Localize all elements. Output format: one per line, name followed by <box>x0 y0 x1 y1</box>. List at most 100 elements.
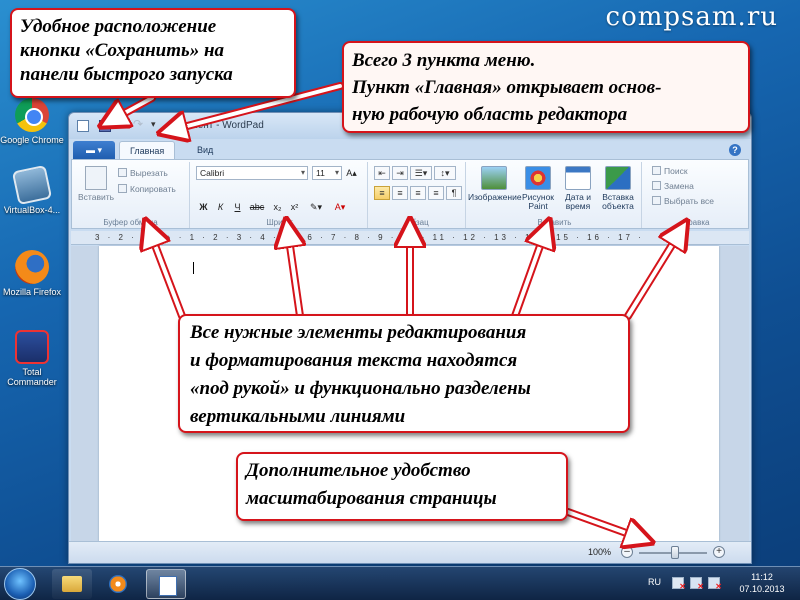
insert-image-button[interactable]: Изображение <box>468 166 522 202</box>
status-bar: 100% – + <box>69 541 751 563</box>
total-commander-icon <box>15 330 49 364</box>
callout-line: вертикальными линиями <box>190 406 406 427</box>
ribbon: Вставить Вырезать Копировать Буфер обмен… <box>71 159 749 229</box>
find-label: Поиск <box>664 166 688 176</box>
replace-icon <box>652 181 661 190</box>
zoom-in-button[interactable]: + <box>713 546 725 558</box>
desktop-icon-firefox[interactable]: Mozilla Firefox <box>0 250 64 297</box>
desktop-icon-label: Total Commander <box>7 367 57 387</box>
paste-button[interactable]: Вставить <box>78 166 114 202</box>
desktop-icon-chrome[interactable]: Google Chrome <box>0 98 64 145</box>
desktop-icon-virtualbox[interactable]: VirtualBox-4... <box>0 164 64 215</box>
taskbar-wordpad-button[interactable] <box>146 569 186 599</box>
callout-ribbon: Все нужные элементы редактирования и фор… <box>178 314 630 433</box>
copy-button[interactable]: Копировать <box>118 184 176 194</box>
date-time-button[interactable]: Дата и время <box>558 166 598 211</box>
callout-save-button: Удобное расположение кнопки «Сохранить» … <box>10 8 296 98</box>
start-button[interactable] <box>4 568 36 600</box>
palette-icon <box>525 166 551 190</box>
group-label-paragraph: Абзац <box>406 218 429 227</box>
taskbar-media-player-button[interactable] <box>98 569 138 599</box>
group-edit: Поиск Замена Выбрать все Правка <box>644 162 748 228</box>
align-left-button[interactable]: ≡ <box>374 186 390 200</box>
action-center-icon[interactable] <box>672 577 686 591</box>
redo-icon[interactable]: ↷ <box>133 117 145 131</box>
paragraph-dialog-button[interactable]: ¶ <box>446 186 462 200</box>
app-menu-icon[interactable] <box>77 120 89 132</box>
copy-label: Копировать <box>130 184 176 194</box>
clock-date: 07.10.2013 <box>739 584 785 594</box>
site-watermark: compsam.ru <box>605 2 778 32</box>
highlight-button[interactable]: ✎▾ <box>306 200 326 214</box>
paste-icon <box>85 166 107 190</box>
window-title: Документ - WordPad <box>169 120 264 131</box>
callout-line: панели быстрого запуска <box>20 64 233 85</box>
font-family-select[interactable]: Calibri <box>196 166 308 180</box>
binoculars-icon <box>652 166 661 175</box>
find-button[interactable]: Поиск <box>652 166 688 176</box>
network-icon[interactable] <box>690 577 704 591</box>
text-caret <box>193 262 194 274</box>
zoom-slider-thumb[interactable] <box>671 546 679 559</box>
save-icon[interactable] <box>99 120 111 132</box>
paint-drawing-label: Рисунок Paint <box>521 192 555 211</box>
zoom-out-button[interactable]: – <box>621 546 633 558</box>
replace-button[interactable]: Замена <box>652 181 694 191</box>
desktop-icon-label: VirtualBox-4... <box>3 205 61 215</box>
copy-icon <box>118 184 127 193</box>
font-color-button[interactable]: A▾ <box>330 200 350 214</box>
cut-button[interactable]: Вырезать <box>118 168 168 178</box>
bold-button[interactable]: Ж <box>196 200 211 214</box>
tab-view[interactable]: Вид <box>187 141 223 159</box>
line-spacing-button[interactable]: ↕▾ <box>434 166 456 180</box>
virtualbox-icon <box>11 164 53 206</box>
customize-toolbar-icon[interactable]: ▾ <box>151 119 163 131</box>
align-center-button[interactable]: ≡ <box>392 186 408 200</box>
group-label-edit: Правка <box>682 218 710 227</box>
insert-object-button[interactable]: Вставка объекта <box>596 166 640 211</box>
callout-line: и форматирования текста находятся <box>190 350 518 371</box>
group-label-insert: Вставить <box>537 218 572 227</box>
clock[interactable]: 11:12 07.10.2013 <box>732 571 792 595</box>
font-size-select[interactable]: 11 <box>312 166 342 180</box>
group-font: Calibri 11 A▴ Ж К Ч abc x₂ x² ✎▾ A▾ Шриф… <box>192 162 368 228</box>
desktop-icon-total-commander[interactable]: Total Commander <box>0 330 64 387</box>
justify-button[interactable]: ≡ <box>428 186 444 200</box>
callout-line: Пункт «Главная» открывает основ- <box>352 77 662 98</box>
list-button[interactable]: ☰▾ <box>410 166 432 180</box>
undo-icon[interactable]: ↶ <box>117 117 129 131</box>
ribbon-tabs: ▬ ▾ Главная Вид ? <box>69 139 751 159</box>
volume-icon[interactable] <box>708 577 722 591</box>
select-all-button[interactable]: Выбрать все <box>652 196 714 206</box>
firefox-icon <box>15 250 49 284</box>
paint-drawing-button[interactable]: Рисунок Paint <box>518 166 558 211</box>
file-menu-button[interactable]: ▬ ▾ <box>73 141 115 159</box>
strikethrough-button[interactable]: abc <box>247 200 267 214</box>
zoom-level: 100% <box>587 547 611 557</box>
select-all-label: Выбрать все <box>664 196 714 206</box>
calendar-icon <box>565 166 591 190</box>
callout-line: Всего 3 пункта меню. <box>352 50 536 71</box>
select-all-icon <box>652 196 661 205</box>
callout-line: «под рукой» и функционально разделены <box>190 378 531 399</box>
group-clipboard: Вставить Вырезать Копировать Буфер обмен… <box>72 162 190 228</box>
grow-font-button[interactable]: A▴ <box>344 166 359 180</box>
language-indicator[interactable]: RU <box>648 577 661 587</box>
help-icon[interactable]: ? <box>729 144 741 156</box>
indent-less-button[interactable]: ⇤ <box>374 166 390 180</box>
tab-home[interactable]: Главная <box>119 141 176 159</box>
underline-button[interactable]: Ч <box>230 200 245 214</box>
group-insert: Изображение Рисунок Paint Дата и время В… <box>468 162 642 228</box>
align-right-button[interactable]: ≡ <box>410 186 426 200</box>
callout-line: Все нужные элементы редактирования <box>190 322 527 343</box>
ruler[interactable]: 3 · 2 · 1 · ⌂ · 1 · 2 · 3 · 4 · 5 · 6 · … <box>71 231 749 245</box>
taskbar: RU 11:12 07.10.2013 <box>0 566 800 600</box>
insert-image-label: Изображение <box>468 192 522 202</box>
desktop-icon-label: Google Chrome <box>0 135 64 145</box>
indent-more-button[interactable]: ⇥ <box>392 166 408 180</box>
subscript-button[interactable]: x₂ <box>270 200 285 214</box>
italic-button[interactable]: К <box>213 200 228 214</box>
superscript-button[interactable]: x² <box>287 200 302 214</box>
taskbar-explorer-button[interactable] <box>52 569 92 599</box>
group-label-clipboard: Буфер обмена <box>103 218 158 227</box>
